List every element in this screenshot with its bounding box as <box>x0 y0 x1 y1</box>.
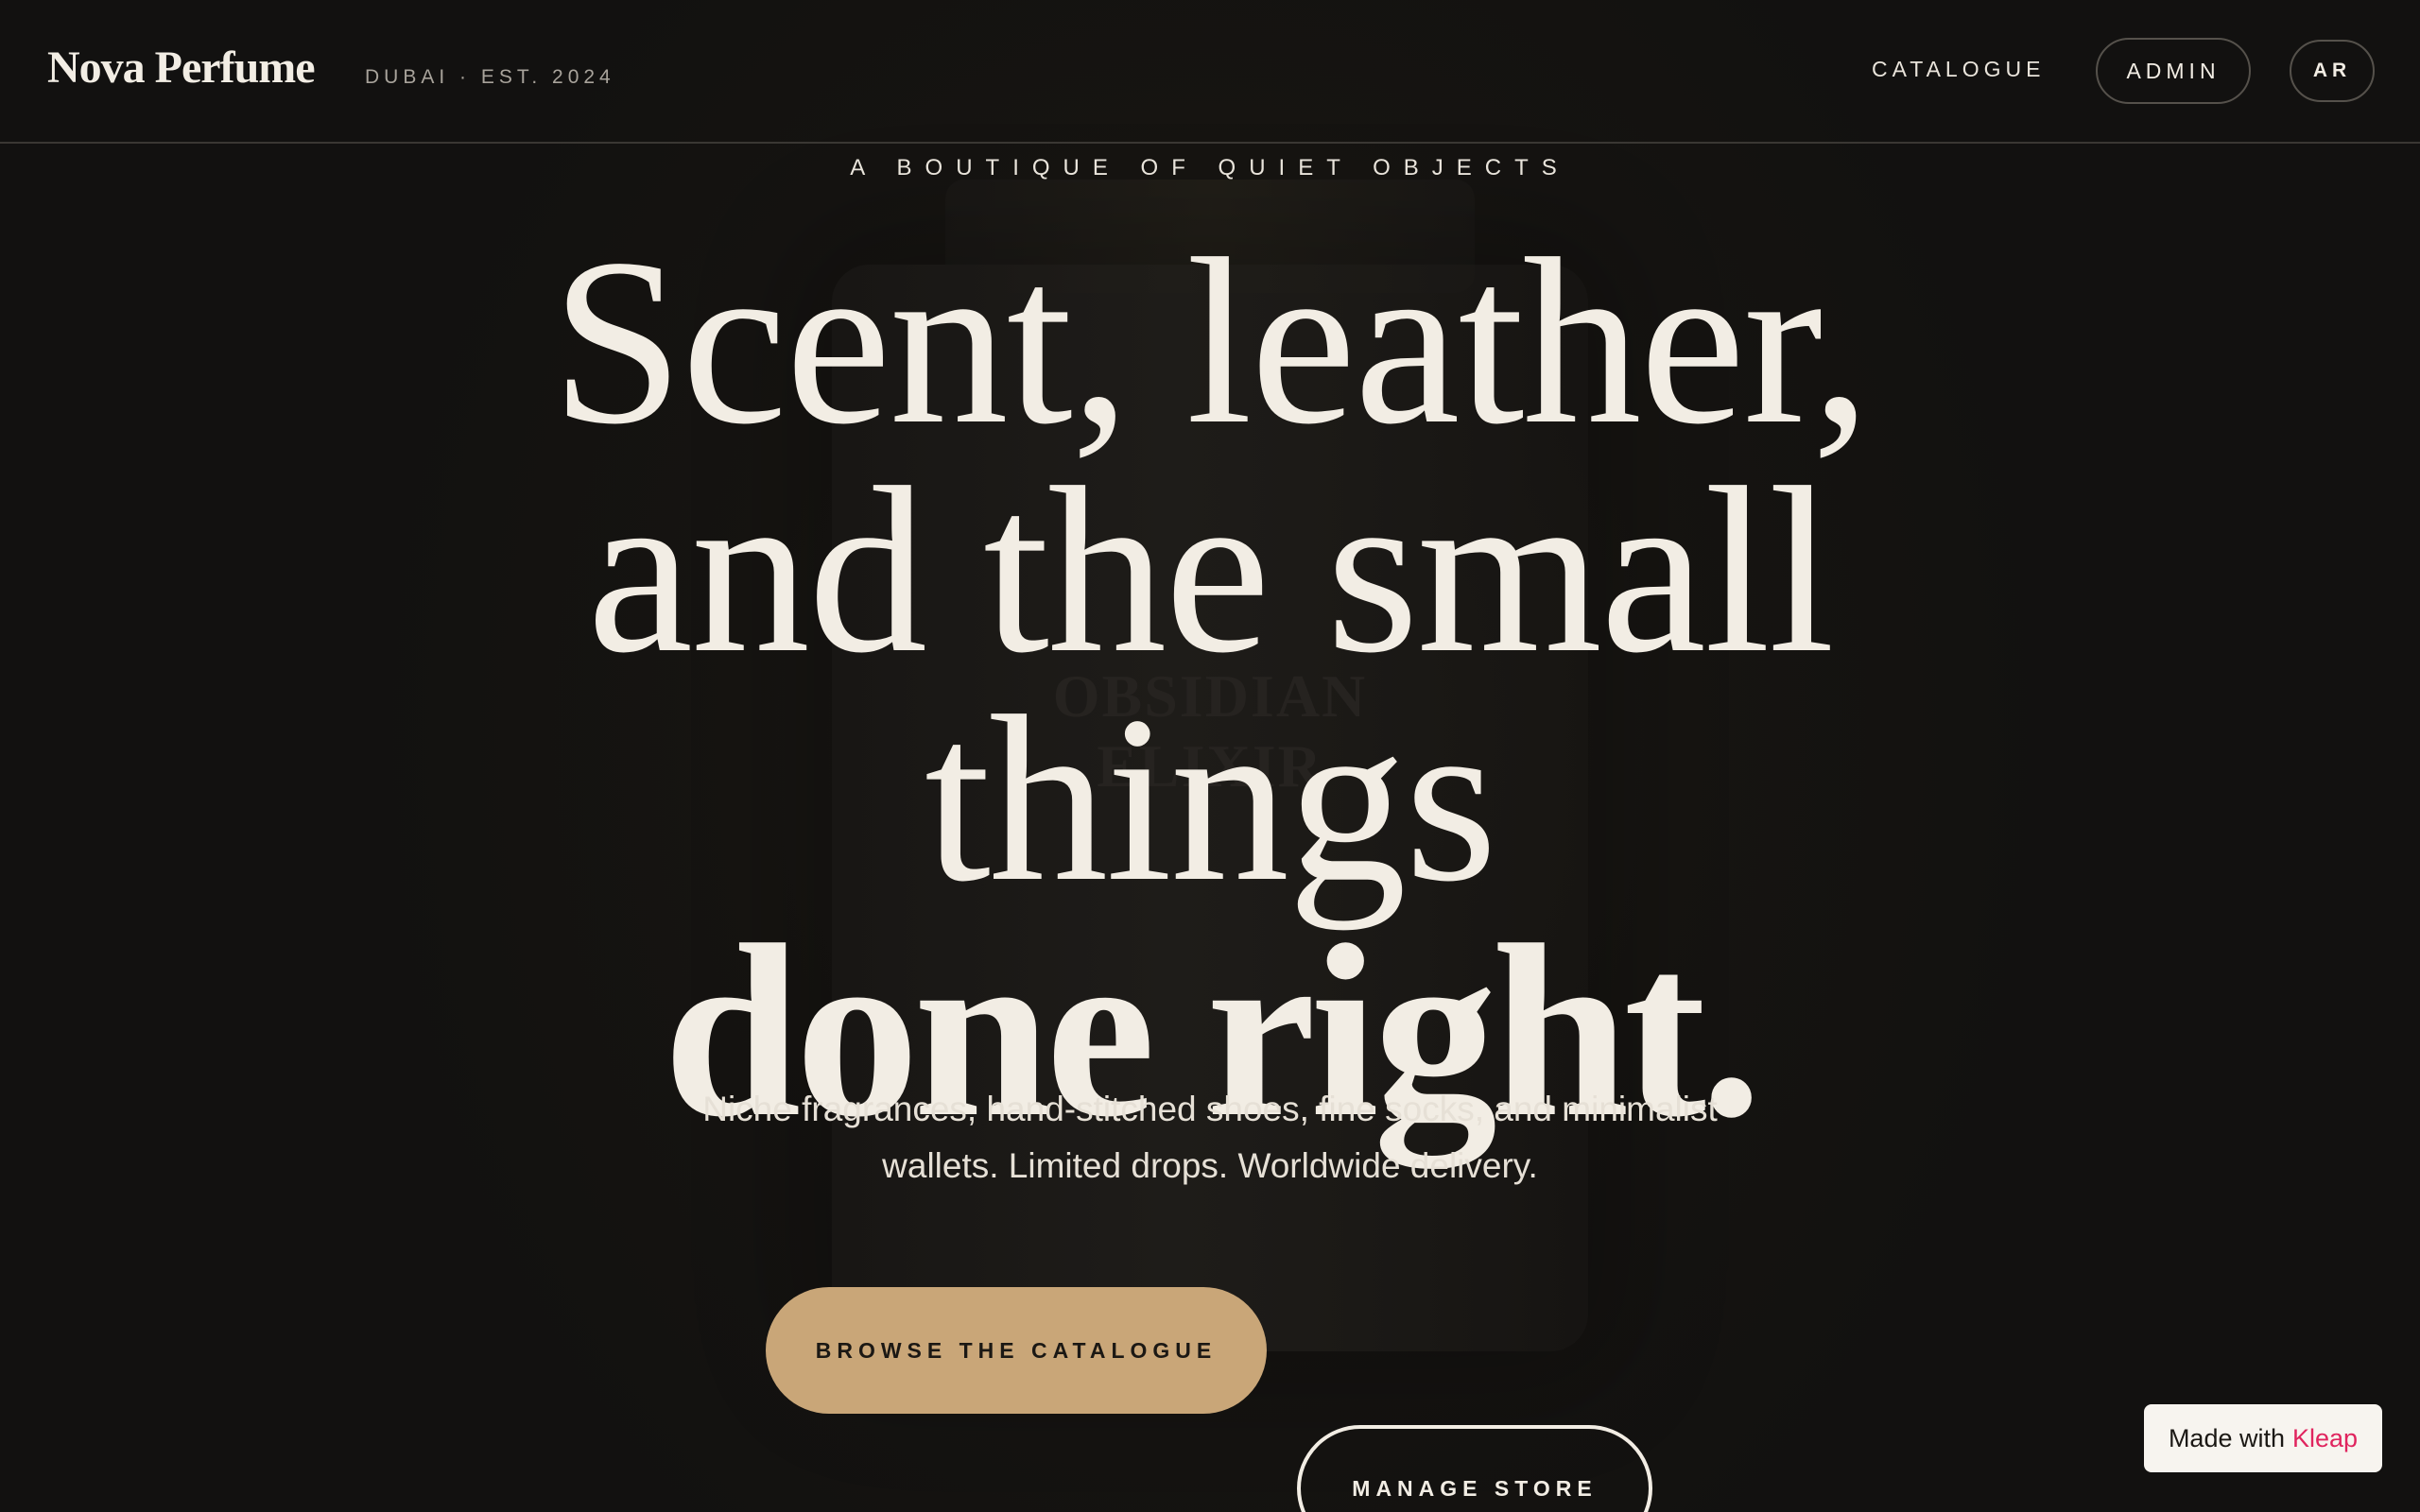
hero-subtext: Niche fragrances, hand-stitched shoes, f… <box>702 1090 1718 1185</box>
nav-catalogue-link[interactable]: CATALOGUE <box>1872 57 2045 82</box>
language-toggle-button[interactable]: AR <box>2290 40 2375 102</box>
badge-brand: Kleap <box>2292 1423 2359 1452</box>
nav-admin-button[interactable]: ADMIN <box>2096 38 2251 104</box>
brand-tagline: DUBAI · EST. 2024 <box>365 66 615 88</box>
manage-store-button[interactable]: MANAGE STORE <box>1297 1425 1652 1512</box>
hero-headline: Scent, leather, and the small things don… <box>0 209 2420 1155</box>
site-header: Nova Perfume DUBAI · EST. 2024 CATALOGUE… <box>0 0 2420 144</box>
made-with-kleap-badge[interactable]: Made with Kleap <box>2144 1404 2382 1472</box>
brand-logo[interactable]: Nova Perfume <box>47 42 316 94</box>
headline-line-3: things <box>924 666 1497 931</box>
hero-eyebrow: A BOUTIQUE OF QUIET OBJECTS <box>850 155 1570 180</box>
headline-line-1: Scent, leather, <box>550 209 1871 473</box>
badge-prefix: Made with <box>2168 1423 2285 1452</box>
headline-line-2: and the small <box>587 438 1835 702</box>
browse-catalogue-button[interactable]: BROWSE THE CATALOGUE <box>766 1287 1267 1414</box>
